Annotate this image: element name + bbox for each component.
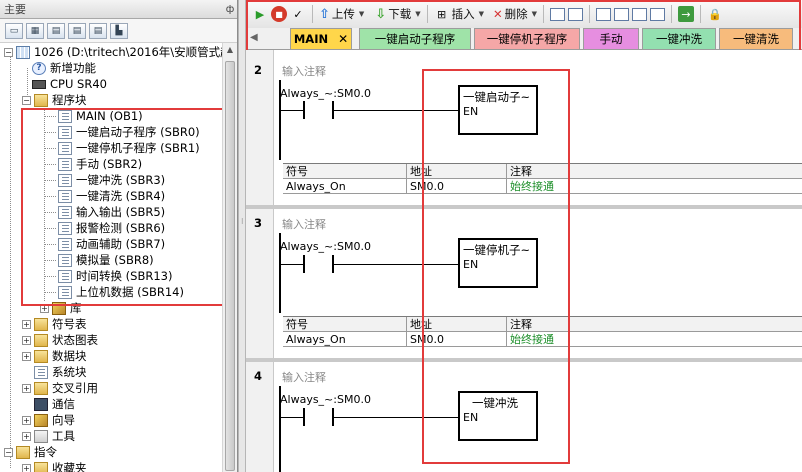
tree-item-label: 数据块 — [52, 349, 87, 363]
grid-icon[interactable]: ▦ — [26, 22, 44, 39]
pin-icon[interactable]: ф — [223, 4, 237, 15]
project-tree: − 1026 (D:\tritech\2016年\安顺管式超 ? 新增功能 CP… — [0, 43, 222, 472]
tree-item-label: 状态图表 — [52, 333, 98, 347]
tree-item-program-block[interactable]: − 程序块 — [22, 92, 87, 108]
tree-toolbar: ▭ ▦ ▤ ▤ ▤ ▙ — [0, 19, 237, 43]
tree-item-status-chart[interactable]: + 状态图表 — [22, 332, 98, 348]
pane-splitter[interactable]: ⁝ — [238, 0, 246, 472]
ladder-editor[interactable]: 2 输入注释 Always_~:SM0.0 一键启动子~ EN 符号 地址 注释… — [246, 50, 802, 472]
collapse-icon[interactable]: − — [4, 447, 13, 457]
contact-address-label: Always_~:SM0.0 — [280, 87, 371, 100]
view-icon[interactable]: ▭ — [5, 22, 23, 39]
folder-icon — [34, 317, 48, 331]
folder-icon — [34, 93, 48, 107]
folder-icon — [34, 349, 48, 363]
expand-icon[interactable]: + — [22, 415, 31, 425]
tree-item-label: 交叉引用 — [52, 381, 98, 395]
tree-item-label: 指令 — [34, 445, 57, 459]
network-comment[interactable]: 输入注释 — [282, 216, 326, 232]
tree-item-label: 向导 — [52, 413, 75, 427]
expand-icon[interactable]: + — [22, 335, 31, 345]
contact-left-bar[interactable] — [303, 101, 305, 119]
contact-left-bar[interactable] — [303, 255, 305, 273]
col-symbol: 符号 — [283, 164, 407, 178]
tree-item-system-block[interactable]: 系统块 — [34, 364, 87, 380]
tree-item-project[interactable]: − 1026 (D:\tritech\2016年\安顺管式超 — [4, 44, 222, 60]
system-block-icon — [34, 365, 48, 379]
expand-icon[interactable]: + — [22, 383, 31, 393]
cell-symbol: Always_On — [283, 332, 407, 346]
tree-item-label: CPU SR40 — [50, 77, 107, 91]
program-icon[interactable]: ▙ — [110, 22, 128, 39]
network-comment[interactable]: 输入注释 — [282, 63, 326, 79]
contact-address-label: Always_~:SM0.0 — [280, 393, 371, 406]
rung-wire — [281, 264, 303, 265]
network-number: 2 — [254, 63, 263, 77]
project-icon — [16, 45, 30, 59]
plc-icon — [32, 79, 46, 89]
cell-symbol: Always_On — [283, 179, 407, 193]
pane-title-bar: 主要 ф — [0, 0, 237, 19]
contact-left-bar[interactable] — [303, 408, 305, 426]
highlight-box-subroutine-calls — [422, 69, 570, 464]
network-number: 4 — [254, 369, 263, 383]
collapse-icon[interactable]: − — [4, 47, 13, 57]
tree-item-tools[interactable]: + 工具 — [22, 428, 75, 444]
tree-item-cpu[interactable]: CPU SR40 — [32, 76, 107, 92]
properties-icon[interactable]: ▤ — [89, 22, 107, 39]
program-editor-pane: ▶ ■ ✓ ⇧ 上传 ▼ ⇩ 下载 ▼ ⊞ 插入 ▼ ✕ 删除 ▼ → 🔒 ◀ … — [246, 0, 802, 472]
scroll-thumb[interactable] — [225, 61, 235, 471]
tree-item-symbol-table[interactable]: + 符号表 — [22, 316, 87, 332]
splitter-grip-icon: ⁝ — [241, 217, 244, 226]
rung-wire — [281, 417, 303, 418]
tree-item-communication[interactable]: 通信 — [34, 396, 75, 412]
list-icon[interactable]: ▤ — [47, 22, 65, 39]
col-symbol: 符号 — [283, 317, 407, 331]
folder-icon — [34, 461, 48, 472]
communication-icon — [34, 397, 48, 411]
scroll-up-icon[interactable]: ▲ — [224, 45, 236, 59]
network-number: 3 — [254, 216, 263, 230]
collapse-icon[interactable]: − — [22, 95, 31, 105]
help-icon: ? — [32, 61, 46, 75]
network-gutter — [246, 50, 274, 472]
project-tree-pane: 主要 ф ▭ ▦ ▤ ▤ ▤ ▙ − 1026 (D:\tritech\2016… — [0, 0, 238, 472]
folder-icon — [34, 333, 48, 347]
contact-address-label: Always_~:SM0.0 — [280, 240, 371, 253]
tree-item-instructions[interactable]: − 指令 — [4, 444, 57, 460]
folder-icon — [16, 445, 30, 459]
details-icon[interactable]: ▤ — [68, 22, 86, 39]
highlight-box-subroutines — [21, 108, 222, 306]
folder-icon — [34, 381, 48, 395]
rung-wire — [281, 110, 303, 111]
tree-item-label: 符号表 — [52, 317, 87, 331]
tree-scrollbar[interactable]: ▲ — [222, 43, 237, 472]
expand-icon[interactable]: + — [22, 319, 31, 329]
expand-icon[interactable]: + — [22, 351, 31, 361]
tools-icon — [34, 429, 48, 443]
tree-item-wizard[interactable]: + 向导 — [22, 412, 75, 428]
tree-item-favorites[interactable]: + 收藏夹 — [22, 460, 87, 472]
tree-item-new-features[interactable]: ? 新增功能 — [32, 60, 96, 76]
tree-item-label: 系统块 — [52, 365, 87, 379]
tree-item-cross-reference[interactable]: + 交叉引用 — [22, 380, 98, 396]
tree-item-data-block[interactable]: + 数据块 — [22, 348, 87, 364]
tree-item-label: 工具 — [52, 429, 75, 443]
tree-item-label: 通信 — [52, 397, 75, 411]
pane-title: 主要 — [4, 3, 26, 16]
expand-icon[interactable]: + — [22, 463, 31, 472]
network-comment[interactable]: 输入注释 — [282, 369, 326, 385]
tree-item-label: 程序块 — [52, 93, 87, 107]
tree-item-label: 1026 (D:\tritech\2016年\安顺管式超 — [34, 45, 222, 59]
expand-icon[interactable]: + — [22, 431, 31, 441]
wizard-icon — [34, 413, 48, 427]
tree-item-label: 新增功能 — [50, 61, 96, 75]
tree-item-label: 收藏夹 — [52, 461, 87, 472]
